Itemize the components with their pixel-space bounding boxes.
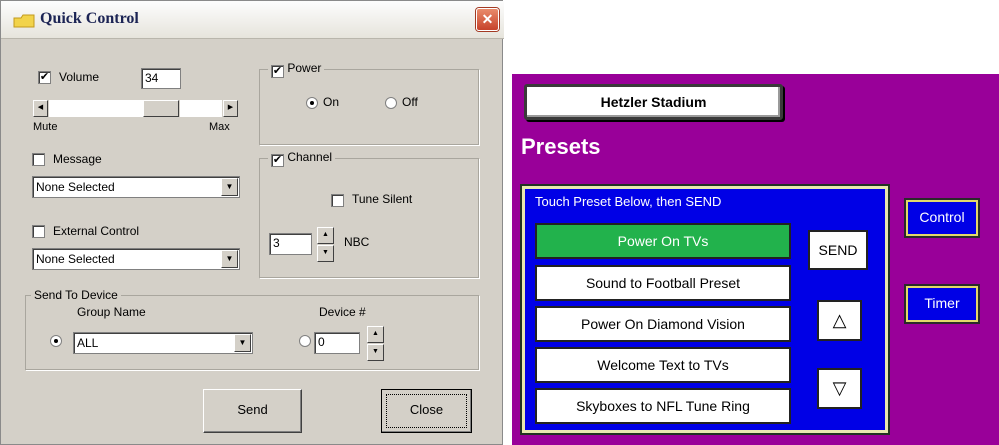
chevron-down-icon: ▼ <box>322 249 329 256</box>
device-number-label: Device # <box>319 305 366 319</box>
preset-item[interactable]: Welcome Text to TVs <box>535 347 791 383</box>
scroll-up-button[interactable]: △ <box>817 300 862 341</box>
title-bar[interactable]: Quick Control ✕ <box>1 1 504 39</box>
device-down-button[interactable]: ▼ <box>367 344 384 361</box>
channel-name: NBC <box>344 235 370 249</box>
message-select-value: None Selected <box>36 180 115 194</box>
arrow-left-icon: ◀ <box>37 104 44 111</box>
group-name-select[interactable]: ALL ▼ <box>73 332 253 354</box>
preset-list-box: Touch Preset Below, then SEND Power On T… <box>522 186 888 433</box>
presets-panel: Hetzler Stadium Presets Touch Preset Bel… <box>512 74 999 445</box>
power-legend: ✔ Power <box>268 61 325 78</box>
channel-group <box>259 158 479 278</box>
power-on-radio[interactable] <box>306 97 318 109</box>
group-name-label: Group Name <box>77 305 146 319</box>
volume-min-label: Mute <box>33 121 58 133</box>
chevron-down-icon: ▼ <box>372 348 379 355</box>
preset-item[interactable]: Skyboxes to NFL Tune Ring <box>535 388 791 424</box>
tune-silent-checkbox[interactable] <box>331 194 344 207</box>
chevron-up-icon: ▲ <box>322 231 329 238</box>
volume-checkbox[interactable]: ✔ <box>38 71 51 84</box>
external-control-dropdown-button[interactable]: ▼ <box>221 250 238 268</box>
folder-icon <box>13 14 35 28</box>
volume-right-arrow[interactable]: ▶ <box>223 100 238 117</box>
scroll-down-button[interactable]: ▽ <box>817 368 862 409</box>
send-button[interactable]: Send <box>203 389 302 433</box>
control-button[interactable]: Control <box>906 200 978 236</box>
close-icon: ✕ <box>481 11 494 27</box>
volume-value-field[interactable]: 34 <box>141 68 181 89</box>
volume-max-label: Max <box>209 121 230 133</box>
dialog-title: Quick Control <box>40 10 139 27</box>
check-mark-icon: ✔ <box>39 71 50 83</box>
preset-item[interactable]: Sound to Football Preset <box>535 265 791 301</box>
channel-down-button[interactable]: ▼ <box>317 245 334 262</box>
message-select[interactable]: None Selected ▼ <box>32 176 240 198</box>
quick-control-dialog: Quick Control ✕ ✔ Volume 34 ◀ ▶ Mute Max… <box>0 0 504 445</box>
power-checkbox[interactable]: ✔ <box>271 65 284 78</box>
preset-instructions: Touch Preset Below, then SEND <box>535 194 722 209</box>
arrow-right-icon: ▶ <box>227 104 234 111</box>
power-off-radio[interactable] <box>385 97 397 109</box>
check-mark-icon: ✔ <box>272 65 283 77</box>
close-window-button[interactable]: ✕ <box>476 8 499 31</box>
external-control-select-value: None Selected <box>36 252 115 266</box>
venue-title-box: Hetzler Stadium <box>524 84 783 120</box>
channel-number-field[interactable]: 3 <box>269 233 312 255</box>
power-on-label: On <box>323 95 340 109</box>
power-off-label: Off <box>402 95 418 109</box>
power-group <box>259 69 479 145</box>
chevron-down-icon: ▼ <box>238 338 247 347</box>
device-up-button[interactable]: ▲ <box>367 326 384 343</box>
timer-button[interactable]: Timer <box>906 286 978 322</box>
volume-label: Volume <box>59 70 100 84</box>
chevron-down-icon: ▼ <box>225 182 234 191</box>
device-number-field[interactable]: 0 <box>314 332 360 354</box>
external-control-label: External Control <box>53 224 140 238</box>
check-mark-icon: ✔ <box>272 154 283 166</box>
chevron-up-icon: ▲ <box>372 330 379 337</box>
message-checkbox[interactable] <box>32 153 45 166</box>
volume-slider-thumb[interactable] <box>143 100 179 117</box>
triangle-up-icon: △ <box>832 310 847 330</box>
send-to-device-legend: Send To Device <box>31 288 121 302</box>
group-name-radio[interactable] <box>50 335 62 347</box>
group-name-select-value: ALL <box>77 336 99 350</box>
channel-label: Channel <box>287 150 333 164</box>
external-control-select[interactable]: None Selected ▼ <box>32 248 240 270</box>
triangle-down-icon: ▽ <box>832 378 847 398</box>
volume-left-arrow[interactable]: ◀ <box>33 100 48 117</box>
message-label: Message <box>53 152 102 166</box>
preset-item[interactable]: Power On Diamond Vision <box>535 306 791 342</box>
tune-silent-label: Tune Silent <box>352 192 413 206</box>
preset-item[interactable]: Power On TVs <box>535 223 791 259</box>
device-number-radio[interactable] <box>299 335 311 347</box>
group-name-dropdown-button[interactable]: ▼ <box>234 334 251 352</box>
channel-legend: ✔ Channel <box>268 150 336 167</box>
external-control-checkbox[interactable] <box>32 225 45 238</box>
volume-slider-track-right <box>180 100 222 117</box>
focus-ring <box>386 394 467 428</box>
channel-up-button[interactable]: ▲ <box>317 227 334 244</box>
page-title: Presets <box>521 134 601 159</box>
volume-slider[interactable]: ◀ ▶ <box>33 98 241 119</box>
power-label: Power <box>287 61 322 75</box>
close-button[interactable]: Close <box>381 389 472 433</box>
message-dropdown-button[interactable]: ▼ <box>221 178 238 196</box>
channel-checkbox[interactable]: ✔ <box>271 154 284 167</box>
send-preset-button[interactable]: SEND <box>808 230 868 270</box>
chevron-down-icon: ▼ <box>225 254 234 263</box>
